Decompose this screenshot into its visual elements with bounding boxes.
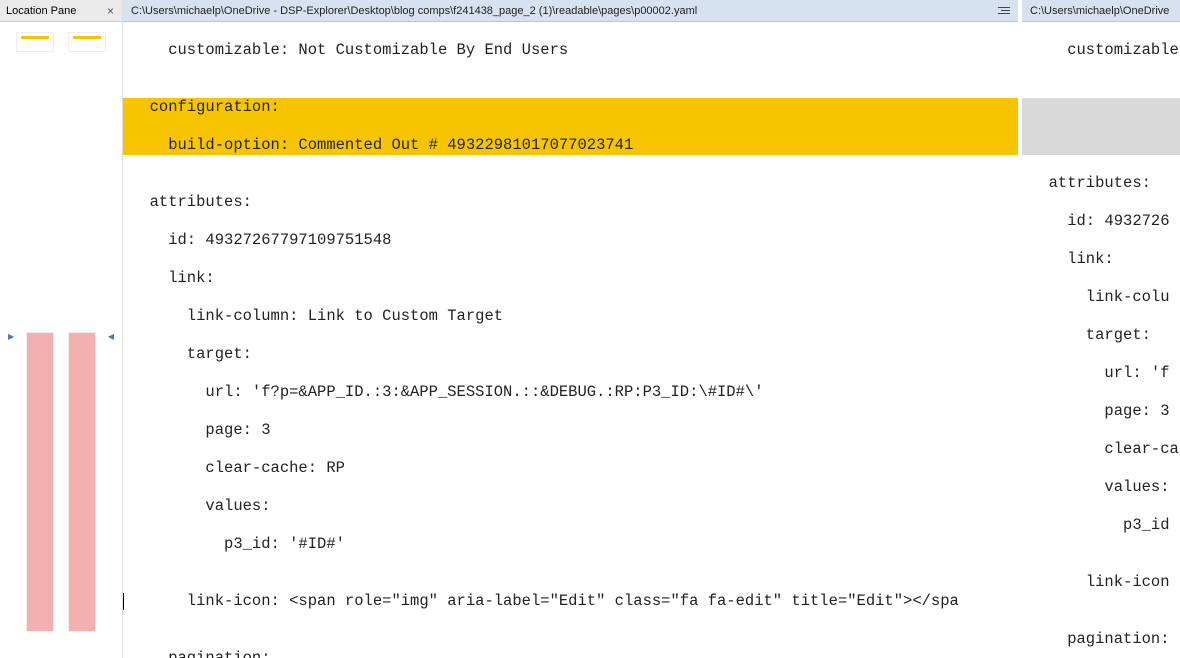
code-line: url: 'f?p=&APP_ID.:3:&APP_SESSION.::&DEB… [123, 383, 1018, 402]
code-line: customizable [1022, 41, 1180, 60]
code-line: clear-cache: RP [123, 459, 1018, 478]
location-diff-row: ▶ ▶ [8, 332, 114, 632]
editor-right-tab[interactable]: C:\Users\michaelp\OneDrive [1022, 0, 1180, 22]
app-root: Location Pane × ▶ ▶ C:\Users\micha [0, 0, 1180, 658]
editor-right-body[interactable]: customizable attributes: id: 4932726 lin… [1022, 22, 1180, 658]
code-line: link: [123, 269, 1018, 288]
code-line: id: 49327267797109751548 [123, 231, 1018, 250]
code-line: values: [123, 497, 1018, 516]
code-line: attributes: [1022, 174, 1180, 193]
code-line: values: [1022, 478, 1180, 497]
code-line: build-option: Commented Out # 4932298101… [131, 136, 1018, 155]
code-line: clear-ca [1022, 440, 1180, 459]
code-line: pagination: [1022, 630, 1180, 649]
code-line: link-column: Link to Custom Target [123, 307, 1018, 326]
code-line: link-icon: <span role="img" aria-label="… [123, 592, 1018, 611]
code-line: link-colu [1022, 288, 1180, 307]
diff-arrow-left-icon[interactable]: ▶ [106, 332, 114, 341]
code-line: id: 4932726 [1022, 212, 1180, 231]
code-line: configuration: [131, 98, 1018, 117]
code-line: target: [123, 345, 1018, 364]
diff-missing-block [1022, 98, 1180, 155]
editor-right: C:\Users\michaelp\OneDrive customizable … [1018, 0, 1180, 658]
editor-left: C:\Users\michaelp\OneDrive - DSP-Explore… [123, 0, 1018, 658]
location-thumb-right[interactable] [68, 32, 106, 52]
hamburger-icon[interactable] [996, 7, 1010, 14]
code-line: pagination: [123, 649, 1018, 658]
diff-bar-right[interactable] [68, 332, 96, 632]
code-line: link-icon [1022, 573, 1180, 592]
location-pane-title: Location Pane [6, 5, 101, 17]
code-line: page: 3 [1022, 402, 1180, 421]
code-line: p3_id: '#ID#' [123, 535, 1018, 554]
code-line: p3_id [1022, 516, 1180, 535]
code-line: link: [1022, 250, 1180, 269]
code-line: url: 'f [1022, 364, 1180, 383]
editor-left-path: C:\Users\michaelp\OneDrive - DSP-Explore… [131, 5, 990, 17]
editor-left-tab[interactable]: C:\Users\michaelp\OneDrive - DSP-Explore… [123, 0, 1018, 22]
close-icon[interactable]: × [105, 4, 116, 18]
location-pane-body[interactable]: ▶ ▶ [0, 22, 122, 658]
editor-area: C:\Users\michaelp\OneDrive - DSP-Explore… [123, 0, 1180, 658]
location-thumb-row [8, 32, 114, 52]
location-pane: Location Pane × ▶ ▶ [0, 0, 123, 658]
code-line: customizable: Not Customizable By End Us… [123, 41, 1018, 60]
editor-left-body[interactable]: customizable: Not Customizable By End Us… [123, 22, 1018, 658]
editor-right-path: C:\Users\michaelp\OneDrive [1030, 5, 1172, 17]
code-line: attributes: [123, 193, 1018, 212]
code-line: target: [1022, 326, 1180, 345]
diff-bar-left[interactable] [26, 332, 54, 632]
location-pane-header: Location Pane × [0, 0, 122, 22]
location-thumb-left[interactable] [16, 32, 54, 52]
code-line: page: 3 [123, 421, 1018, 440]
diff-highlight-block: configuration: build-option: Commented O… [123, 98, 1018, 155]
diff-arrow-right-icon[interactable]: ▶ [8, 332, 16, 341]
